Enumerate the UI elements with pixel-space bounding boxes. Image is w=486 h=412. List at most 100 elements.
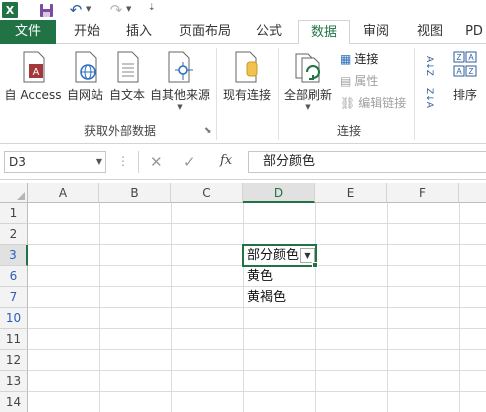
svg-text:A: A [468,53,474,62]
row-header[interactable]: 7 [0,287,28,308]
connections-button[interactable]: ▦ 连接 [340,50,378,67]
formula-bar: D3 ▼ ⋮ ✕ ✓ fx 部分颜色 [0,144,486,180]
grid-line [28,223,486,224]
group-separator [216,48,217,140]
sort-label: 排序 [452,88,477,102]
name-box-dropdown-icon[interactable]: ▼ [96,152,102,172]
sort-za-icon: Z↓A [424,88,434,108]
name-box-value: D3 [9,155,26,169]
cell-d7[interactable]: 黄褐色 [243,287,315,308]
select-all-icon [17,192,25,200]
group-label-external: 获取外部数据 [83,124,156,138]
text-file-icon [117,51,139,83]
refresh-dropdown-icon: ▼ [305,103,311,111]
svg-text:Z: Z [469,67,474,76]
row-header[interactable]: 12 [0,350,28,371]
ribbon-tabs: 文件 开始 插入 页面布局 公式 数据 审阅 视图 PD [0,20,486,45]
web-icon [75,51,97,83]
sort-ascending-button[interactable]: A↓Z [424,56,434,76]
tab-insert[interactable]: 插入 [116,20,162,44]
other-sources-icon [168,51,193,83]
existing-connections-icon [235,51,258,83]
tab-data[interactable]: 数据 [298,20,350,45]
svg-text:A: A [456,67,462,76]
enter-icon[interactable]: ✓ [183,153,196,171]
tab-page-layout[interactable]: 页面布局 [170,20,240,44]
existing-connections-label: 现有连接 [222,88,271,102]
worksheet-grid: A B C D E F 1 2 3 6 7 10 11 12 13 14 部分颜… [0,183,486,412]
resize-handle-icon[interactable]: ⋮ [117,154,129,168]
row-header[interactable]: 2 [0,224,28,245]
active-cell-outline [242,244,317,267]
cancel-icon[interactable]: ✕ [150,153,163,171]
excel-logo-icon: X [2,2,18,18]
group-separator [278,48,279,140]
formula-separator [138,151,139,173]
from-other-sources-label: 自其他来源 [149,88,210,102]
connections-icon: ▦ [340,51,352,66]
properties-icon: ▤ [340,73,352,88]
row-header[interactable]: 13 [0,371,28,392]
undo-dropdown-icon[interactable]: ▼ [86,5,91,13]
row-header[interactable]: 1 [0,203,28,224]
from-access-button[interactable]: A 自 Access [2,50,64,103]
column-header-g[interactable] [459,183,486,203]
sort-descending-button[interactable]: Z↓A [424,88,434,108]
row-header[interactable]: 10 [0,308,28,329]
fill-handle[interactable] [312,262,318,268]
tab-home[interactable]: 开始 [64,20,110,44]
from-text-button[interactable]: 自文本 [106,50,148,103]
grid-line [28,349,486,350]
ribbon-data: A 自 Access 自网站 自文本 自其他来源 ▼ 获取外部数据 现有连接 全… [0,44,486,144]
group-separator [414,48,415,140]
column-header-e[interactable]: E [315,183,387,203]
redo-icon[interactable]: ↷ [108,1,124,19]
tab-file[interactable]: 文件 [0,20,56,44]
cell-d6[interactable]: 黄色 [243,266,315,287]
group-label-connections: 连接 [336,124,361,138]
tab-pdf[interactable]: PD [462,20,486,44]
tab-review[interactable]: 审阅 [356,20,396,44]
access-icon: A [23,51,45,83]
undo-icon[interactable]: ↶ [68,1,84,19]
tab-formulas[interactable]: 公式 [246,20,292,44]
refresh-all-label: 全部刷新 [283,88,332,102]
formula-input[interactable]: 部分颜色 [248,151,486,173]
row-header[interactable]: 6 [0,266,28,287]
select-all-button[interactable] [0,183,28,203]
title-bar: X ↶ ▼ ↷ ▼ ⇣ [0,0,486,20]
row-header[interactable]: 14 [0,392,28,412]
column-header-d[interactable]: D [243,183,315,203]
column-header-b[interactable]: B [99,183,171,203]
svg-text:Z: Z [457,53,462,62]
other-sources-dropdown-icon: ▼ [177,103,183,111]
row-header[interactable]: 3 [0,245,28,266]
existing-connections-button[interactable]: 现有连接 [220,50,274,103]
from-text-label: 自文本 [108,88,145,102]
svg-text:A: A [33,67,40,78]
edit-links-label: 编辑链接 [358,96,407,110]
redo-dropdown-icon[interactable]: ▼ [126,5,131,13]
sort-az-icon: A↓Z [424,56,434,76]
customize-qat-icon[interactable]: ⇣ [148,3,156,13]
sort-button[interactable]: ZAAZ 排序 [446,50,484,103]
name-box[interactable]: D3 ▼ [4,151,106,173]
external-data-launcher-icon[interactable]: ⬊ [204,126,212,136]
edit-links-icon: ⛓ [340,95,356,110]
save-icon[interactable] [38,2,54,18]
column-header-c[interactable]: C [171,183,243,203]
tab-view[interactable]: 视图 [410,20,450,44]
from-web-label: 自网站 [66,88,103,102]
row-header[interactable]: 11 [0,329,28,350]
column-header-a[interactable]: A [28,183,99,203]
from-web-button[interactable]: 自网站 [64,50,106,103]
from-other-sources-button[interactable]: 自其他来源 ▼ [148,50,212,111]
edit-links-button[interactable]: ⛓ 编辑链接 [340,94,406,111]
connections-label: 连接 [354,52,379,66]
properties-button[interactable]: ▤ 属性 [340,72,378,89]
refresh-all-button[interactable]: 全部刷新 ▼ [282,50,334,111]
insert-function-button[interactable]: fx [220,153,232,168]
column-header-f[interactable]: F [387,183,459,203]
grid-line [28,328,486,329]
from-access-label: 自 Access [4,88,62,102]
